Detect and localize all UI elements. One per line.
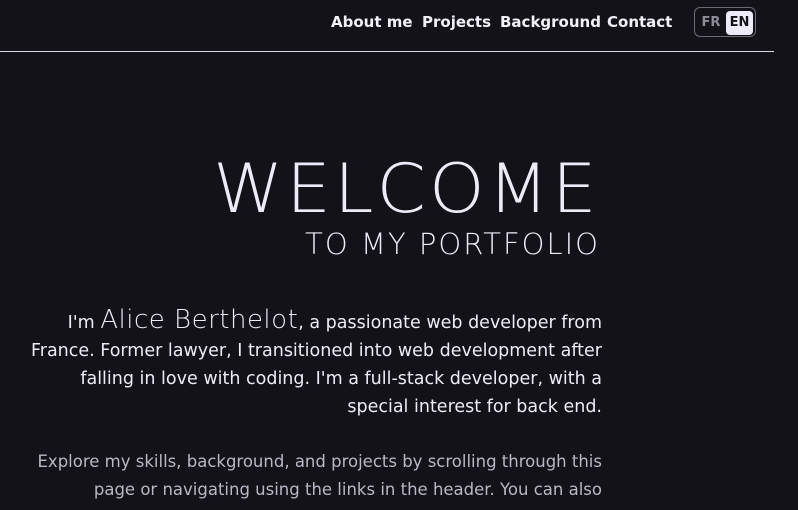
language-switcher: FR EN: [694, 7, 756, 37]
portfolio-subtitle: TO MY PORTFOLIO: [305, 227, 600, 261]
author-name: Alice Berthelot: [100, 305, 299, 335]
language-en-button[interactable]: EN: [726, 11, 753, 35]
language-fr-button[interactable]: FR: [698, 11, 724, 35]
nav-link-contact[interactable]: Contact: [607, 13, 672, 31]
explore-paragraph: Explore my skills, background, and proje…: [37, 452, 603, 510]
site-header: About me Projects Background Contact FR …: [0, 0, 774, 52]
intro-paragraph: I'm Alice Berthelot, a passionate web de…: [30, 306, 602, 421]
nav-link-projects[interactable]: Projects: [422, 13, 491, 31]
nav-link-about[interactable]: About me: [331, 13, 413, 31]
welcome-title: WELCOME: [213, 150, 600, 229]
nav-link-background[interactable]: Background: [500, 13, 601, 31]
intro-prefix: I'm: [67, 313, 101, 333]
